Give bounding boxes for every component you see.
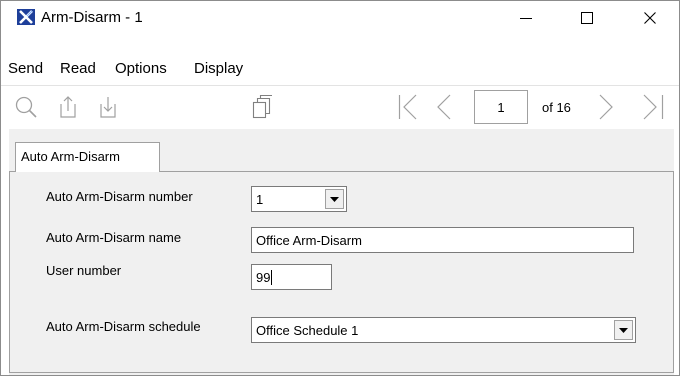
menu-display[interactable]: Display <box>194 60 243 77</box>
auto-arm-disarm-schedule-value: Office Schedule 1 <box>256 323 359 338</box>
dropdown-arrow-icon <box>330 196 339 202</box>
search-button[interactable] <box>11 92 41 122</box>
user-number-value: 99 <box>256 270 271 285</box>
search-icon <box>15 96 37 118</box>
minimize-button[interactable] <box>503 1 549 34</box>
page-total-label: of 16 <box>542 100 571 115</box>
import-icon <box>100 97 116 118</box>
toolbar: 1 of 16 <box>1 85 679 128</box>
user-number-input[interactable]: 99 <box>251 264 332 290</box>
auto-arm-disarm-schedule-label: Auto Arm-Disarm schedule <box>46 319 201 334</box>
menu-bar: Send Read Options Display <box>1 58 679 82</box>
auto-arm-disarm-schedule-select[interactable]: Office Schedule 1 <box>251 317 636 343</box>
close-icon <box>644 11 656 24</box>
page-number-input[interactable]: 1 <box>474 90 528 124</box>
schedule-dropdown-button[interactable] <box>614 320 633 340</box>
maximize-icon <box>581 11 593 24</box>
first-page-icon <box>398 94 417 120</box>
minimize-icon <box>520 17 532 19</box>
next-page-icon <box>599 94 613 120</box>
next-page-button[interactable] <box>591 90 621 124</box>
auto-arm-disarm-number-select[interactable]: 1 <box>251 186 347 212</box>
window-title: Arm-Disarm - 1 <box>41 9 143 26</box>
previous-page-button[interactable] <box>429 90 459 124</box>
tab-label: Auto Arm-Disarm <box>21 149 120 164</box>
import-button[interactable] <box>93 92 123 122</box>
number-dropdown-button[interactable] <box>325 189 344 209</box>
last-page-button[interactable] <box>635 90 671 124</box>
dropdown-arrow-icon <box>619 327 628 333</box>
menu-read[interactable]: Read <box>60 60 96 77</box>
auto-arm-disarm-name-label: Auto Arm-Disarm name <box>46 230 182 245</box>
menu-options[interactable]: Options <box>115 60 167 77</box>
auto-arm-disarm-name-value: Office Arm-Disarm <box>256 233 362 248</box>
previous-page-icon <box>437 94 451 120</box>
auto-arm-disarm-number-value: 1 <box>256 192 264 207</box>
copy-icon <box>252 94 272 119</box>
app-x-icon <box>17 9 35 25</box>
first-page-button[interactable] <box>393 90 423 124</box>
auto-arm-disarm-number-label: Auto Arm-Disarm number <box>46 189 193 204</box>
export-icon <box>60 96 76 118</box>
menu-send[interactable]: Send <box>8 60 43 77</box>
page-number-value: 1 <box>497 99 505 115</box>
user-number-label: User number <box>46 263 122 278</box>
last-page-icon <box>643 94 664 120</box>
maximize-button[interactable] <box>564 1 610 34</box>
copy-button[interactable] <box>247 92 277 122</box>
text-caret <box>271 270 272 285</box>
title-bar: Arm-Disarm - 1 <box>1 1 679 34</box>
app-window: Arm-Disarm - 1 Send Read Options Display <box>0 0 680 376</box>
auto-arm-disarm-name-input[interactable]: Office Arm-Disarm <box>251 227 634 253</box>
close-button[interactable] <box>627 1 673 34</box>
export-button[interactable] <box>53 92 83 122</box>
